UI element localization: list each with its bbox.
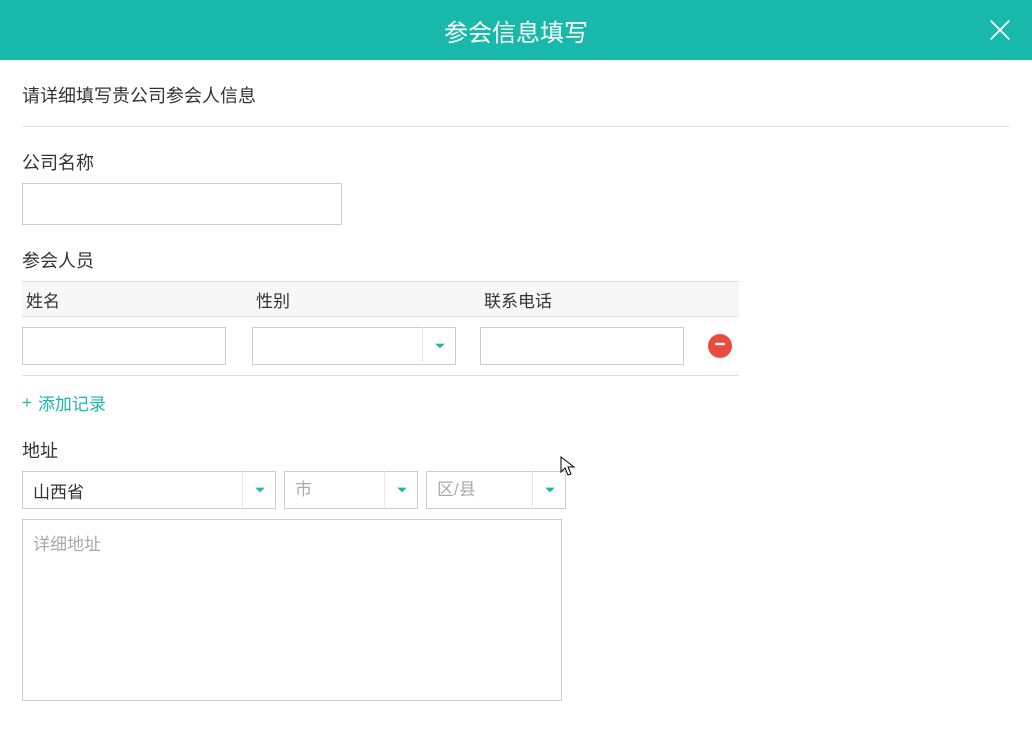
company-input[interactable] — [22, 183, 342, 225]
district-select[interactable] — [426, 471, 566, 509]
intro-text: 请详细填写贵公司参会人信息 — [22, 82, 1010, 127]
attendee-table: 姓名 性别 联系电话 — [22, 281, 739, 376]
table-row — [22, 317, 739, 376]
modal-content: 请详细填写贵公司参会人信息 公司名称 参会人员 姓名 性别 联系电话 — [0, 60, 1032, 728]
attendee-table-header: 姓名 性别 联系电话 — [22, 281, 739, 317]
address-field-group: 地址 — [22, 437, 1010, 706]
modal-header: 参会信息填写 — [0, 0, 1032, 60]
attendees-field-group: 参会人员 姓名 性别 联系电话 — [22, 247, 1010, 415]
attendee-name-input[interactable] — [22, 327, 226, 365]
attendees-label: 参会人员 — [22, 247, 1010, 273]
district-value[interactable] — [426, 471, 566, 509]
column-header-name: 姓名 — [22, 287, 252, 312]
address-selects-row — [22, 471, 1010, 509]
close-icon[interactable] — [986, 16, 1014, 44]
attendee-phone-input[interactable] — [480, 327, 684, 365]
city-select[interactable] — [284, 471, 418, 509]
city-value[interactable] — [284, 471, 418, 509]
company-label: 公司名称 — [22, 149, 1010, 175]
add-record-button[interactable]: + 添加记录 — [22, 390, 106, 415]
plus-icon: + — [22, 393, 32, 413]
attendee-gender-value[interactable] — [252, 327, 456, 365]
column-header-phone: 联系电话 — [480, 287, 708, 312]
minus-icon — [714, 337, 726, 355]
add-record-label: 添加记录 — [38, 390, 106, 415]
attendee-gender-select[interactable] — [252, 327, 456, 365]
province-select[interactable] — [22, 471, 276, 509]
province-value[interactable] — [22, 471, 276, 509]
address-label: 地址 — [22, 437, 1010, 463]
remove-row-button[interactable] — [708, 334, 732, 358]
company-field-group: 公司名称 — [22, 149, 1010, 225]
detail-address-input[interactable] — [22, 519, 562, 701]
column-header-gender: 性别 — [252, 287, 480, 312]
modal-title: 参会信息填写 — [444, 13, 588, 48]
